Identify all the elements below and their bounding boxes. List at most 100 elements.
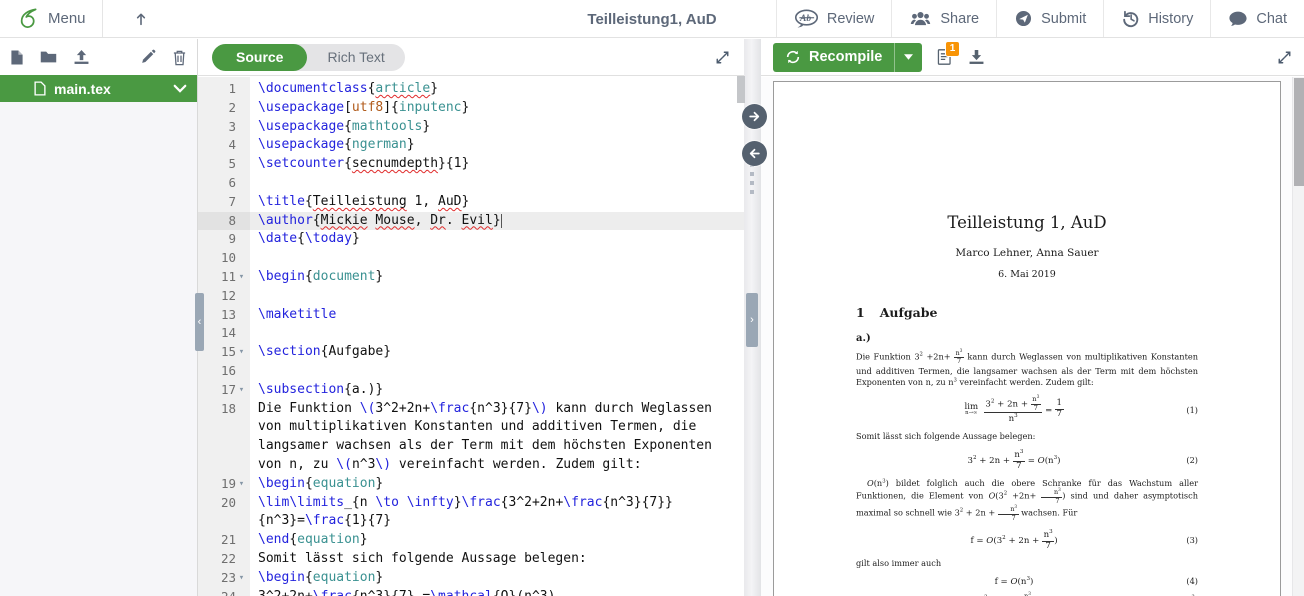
code-line[interactable]: 15▾\section{Aufgabe} xyxy=(198,343,744,362)
code-line[interactable]: 20\lim\limits_{n \to \infty}\frac{3^2+2n… xyxy=(198,494,744,532)
code-line-text xyxy=(250,174,744,193)
code-line-text: \author{Mickie Mouse, Dr. Evil} xyxy=(250,212,744,231)
code-line[interactable]: 19▾\begin{equation} xyxy=(198,475,744,494)
code-line-text: \begin{document} xyxy=(250,268,744,287)
chevron-down-icon[interactable] xyxy=(173,84,187,93)
code-line[interactable]: 17▾\subsection{a.)} xyxy=(198,381,744,400)
file-icon xyxy=(34,81,46,96)
file-tree-toolbar xyxy=(0,39,197,75)
code-line-text: \usepackage[utf8]{inputenc} xyxy=(250,99,744,118)
code-line[interactable]: 22Somit lässt sich folgende Aussage bele… xyxy=(198,550,744,569)
pdf-paragraph: Wenn es sich nun bei O(32+2n+n37) um ein… xyxy=(856,592,1198,596)
globe-icon xyxy=(1014,9,1033,28)
back-to-projects-button[interactable] xyxy=(103,0,179,37)
sync-to-code-button[interactable] xyxy=(742,141,767,166)
review-bubble-icon: Ab xyxy=(794,9,819,28)
new-file-icon xyxy=(10,49,24,66)
review-label: Review xyxy=(827,11,875,27)
pdf-paragraph: Somit lässt sich folgende Aussage belege… xyxy=(856,431,1198,442)
pdf-paragraph: Die Funktion 32 +2n+ n37 kann durch Wegl… xyxy=(856,349,1198,388)
sync-to-pdf-button[interactable] xyxy=(742,104,767,129)
file-item-main-tex[interactable]: main.tex xyxy=(0,75,197,102)
review-button[interactable]: Ab Review xyxy=(776,0,892,37)
collapse-editor-handle[interactable]: › xyxy=(746,293,758,347)
upload-file-button[interactable] xyxy=(73,49,90,65)
code-line[interactable]: 16 xyxy=(198,362,744,381)
collapse-file-tree-handle[interactable]: ‹ xyxy=(195,293,204,351)
code-line[interactable]: 23▾\begin{equation} xyxy=(198,569,744,588)
code-line[interactable]: 8\author{Mickie Mouse, Dr. Evil} xyxy=(198,212,744,231)
divider-drag-handle[interactable] xyxy=(750,163,754,194)
code-line[interactable]: 14 xyxy=(198,324,744,343)
fold-arrow-icon[interactable]: ▾ xyxy=(236,569,247,588)
topbar: Menu Teilleistung1, AuD Ab Review Share xyxy=(0,0,1304,38)
pdf-viewer[interactable]: Teilleistung 1, AuD Marco Lehner, Anna S… xyxy=(761,77,1304,596)
pdf-equation: 32 + 2n + n37 = O(n3) (2) xyxy=(856,449,1198,472)
recompile-button[interactable]: Recompile xyxy=(773,43,894,72)
fold-arrow-icon[interactable]: ▾ xyxy=(236,343,247,362)
submit-button[interactable]: Submit xyxy=(996,0,1103,37)
code-line[interactable]: 13\maketitle xyxy=(198,306,744,325)
tab-rich-text[interactable]: Rich Text xyxy=(307,44,404,71)
code-editor[interactable]: 1\documentclass{article}2\usepackage[utf… xyxy=(198,77,744,596)
code-line-text: \end{equation} xyxy=(250,531,744,550)
share-button[interactable]: Share xyxy=(891,0,996,37)
code-line-text: Die Funktion \(3^2+2n+\frac{n^3}{7}\) ka… xyxy=(250,400,744,475)
equation-body: 32 + 2n + n37 = O(n3) xyxy=(856,449,1172,472)
code-line[interactable]: 2\usepackage[utf8]{inputenc} xyxy=(198,99,744,118)
chat-button[interactable]: Chat xyxy=(1210,0,1304,37)
line-number-gutter: 17▾ xyxy=(198,381,250,400)
code-line[interactable]: 6 xyxy=(198,174,744,193)
pdf-page[interactable]: Teilleistung 1, AuD Marco Lehner, Anna S… xyxy=(773,81,1281,596)
code-line[interactable]: 1\documentclass{article} xyxy=(198,80,744,99)
file-name: main.tex xyxy=(54,81,111,97)
line-number-gutter: 24 xyxy=(198,588,250,596)
arrow-right-icon xyxy=(748,110,761,123)
pdf-subsection-heading: a.) xyxy=(856,333,1198,344)
code-line[interactable]: 21\end{equation} xyxy=(198,531,744,550)
code-line[interactable]: 4\usepackage{ngerman} xyxy=(198,136,744,155)
code-line[interactable]: 12 xyxy=(198,287,744,306)
code-line[interactable]: 3\usepackage{mathtools} xyxy=(198,118,744,137)
editor-mode-toggle: Source Rich Text xyxy=(212,44,405,71)
editor-expand-button[interactable] xyxy=(715,50,730,65)
code-line-text: 3^2+2n+\frac{n^3}{7} =\mathcal{O}(n^3) xyxy=(250,588,744,596)
expand-arrows-icon xyxy=(715,50,730,65)
download-pdf-button[interactable] xyxy=(968,49,985,65)
code-line-text: \maketitle xyxy=(250,306,744,325)
text-cursor xyxy=(501,214,502,228)
pdf-section-title: Aufgabe xyxy=(880,305,938,320)
pdf-scrollbar[interactable] xyxy=(1292,77,1304,596)
recompile-dropdown-button[interactable] xyxy=(894,43,922,72)
fold-arrow-icon[interactable]: ▾ xyxy=(236,381,247,400)
code-line[interactable]: 7\title{Teilleistung 1, AuD} xyxy=(198,193,744,212)
code-line[interactable]: 11▾\begin{document} xyxy=(198,268,744,287)
line-number-gutter: 16 xyxy=(198,362,250,381)
pdf-page-content: Teilleistung 1, AuD Marco Lehner, Anna S… xyxy=(774,82,1280,596)
delete-file-button[interactable] xyxy=(172,49,187,66)
code-line[interactable]: 10 xyxy=(198,249,744,268)
fold-arrow-icon[interactable]: ▾ xyxy=(236,475,247,494)
code-line[interactable]: 243^2+2n+\frac{n^3}{7} =\mathcal{O}(n^3) xyxy=(198,588,744,596)
editor-scrollbar-thumb[interactable] xyxy=(737,76,745,103)
new-file-button[interactable] xyxy=(10,49,24,66)
topbar-actions: Ab Review Share Submit History xyxy=(776,0,1304,37)
history-button[interactable]: History xyxy=(1103,0,1210,37)
code-line[interactable]: 5\setcounter{secnumdepth}{1} xyxy=(198,155,744,174)
menu-button[interactable]: Menu xyxy=(0,0,102,37)
line-number-gutter: 9 xyxy=(198,230,250,249)
rename-file-button[interactable] xyxy=(140,49,156,65)
tab-source[interactable]: Source xyxy=(212,44,307,71)
pdf-scrollbar-thumb[interactable] xyxy=(1294,78,1304,186)
overleaf-logo-icon xyxy=(16,7,39,30)
fold-arrow-icon[interactable]: ▾ xyxy=(236,268,247,287)
new-folder-button[interactable] xyxy=(40,50,57,64)
code-line[interactable]: 9\date{\today} xyxy=(198,230,744,249)
project-title[interactable]: Teilleistung1, AuD xyxy=(587,11,716,28)
pdf-expand-button[interactable] xyxy=(1277,50,1292,65)
logs-badge: 1 xyxy=(945,41,961,57)
arrow-left-icon xyxy=(748,147,761,160)
code-line-text: \subsection{a.)} xyxy=(250,381,744,400)
logs-button[interactable]: 1 xyxy=(937,48,953,66)
code-line[interactable]: 18Die Funktion \(3^2+2n+\frac{n^3}{7}\) … xyxy=(198,400,744,475)
